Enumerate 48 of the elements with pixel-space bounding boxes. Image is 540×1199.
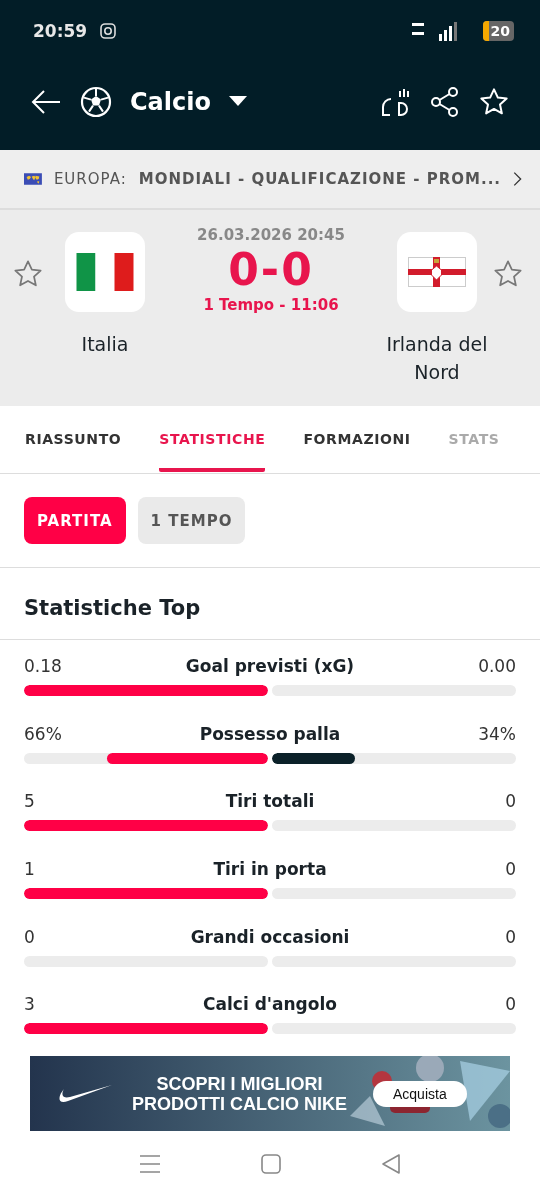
- stat-label: Tiri totali: [224, 791, 316, 812]
- competition-region: EUROPA:: [53, 170, 127, 188]
- match-period: 1 Tempo - 11:06: [203, 296, 339, 314]
- stat-value: 0: [505, 859, 516, 880]
- flag-icon: [408, 257, 466, 287]
- stat-value: 0: [505, 994, 516, 1015]
- stat-value: 0.18: [24, 656, 62, 676]
- stat-value: 0: [505, 926, 516, 947]
- match-datetime: 26.03.2026 20:45: [197, 226, 345, 244]
- stat-label: Calci d'angolo: [202, 994, 338, 1015]
- section-title: Statistiche Top: [0, 568, 540, 640]
- back-arrow-icon[interactable]: [30, 88, 62, 116]
- flag-icon: [76, 253, 134, 291]
- camera-icon: [99, 22, 118, 40]
- stat-value: 5: [24, 791, 35, 812]
- stat-value: 0: [24, 926, 35, 947]
- stat-label: Possesso palla: [198, 723, 342, 744]
- clock-time: 20:59: [33, 21, 88, 41]
- team-crest[interactable]: [65, 232, 145, 312]
- stat-value: 0.00: [478, 656, 516, 676]
- sport-title[interactable]: Calcio: [130, 88, 211, 116]
- stat-value: 34%: [478, 723, 516, 744]
- team-name[interactable]: Irlanda del Nord: [362, 330, 512, 386]
- world-map-icon: [24, 170, 42, 188]
- stat-value: 0: [505, 791, 516, 812]
- stat-value: 3: [24, 994, 35, 1015]
- ad-headline: SCOPRI I MIGLIORI PRODOTTI CALCIO NIKE: [132, 1073, 347, 1114]
- tab[interactable]: RIASSUNTO: [25, 406, 122, 472]
- dropdown-caret-icon[interactable]: [229, 96, 247, 108]
- battery-icon: 20: [482, 21, 514, 41]
- soccer-ball-icon: [80, 86, 112, 118]
- team-crest[interactable]: [397, 232, 477, 312]
- period-chip[interactable]: PARTITA: [24, 497, 126, 544]
- share-icon[interactable]: [430, 86, 460, 118]
- stat-label: Tiri in porta: [212, 859, 328, 880]
- period-chip[interactable]: 1 TEMPO: [137, 497, 246, 544]
- home-square-icon[interactable]: [261, 1154, 281, 1174]
- match-score: 0-0: [228, 244, 314, 296]
- stat-value: 1: [24, 859, 35, 880]
- stat-label: Grandi occasioni: [189, 926, 351, 947]
- audio-commentary-icon[interactable]: [380, 87, 412, 117]
- stat-value: 66%: [24, 723, 62, 744]
- tab[interactable]: FORMAZIONI: [303, 406, 411, 472]
- tab[interactable]: STATISTICHE: [159, 406, 266, 472]
- back-triangle-icon[interactable]: [381, 1154, 400, 1174]
- stat-label: Goal previsti (xG): [184, 656, 356, 676]
- team-name[interactable]: Italia: [30, 330, 180, 358]
- competition-name[interactable]: MONDIALI - QUALIFICAZIONE - PROM...: [138, 170, 502, 188]
